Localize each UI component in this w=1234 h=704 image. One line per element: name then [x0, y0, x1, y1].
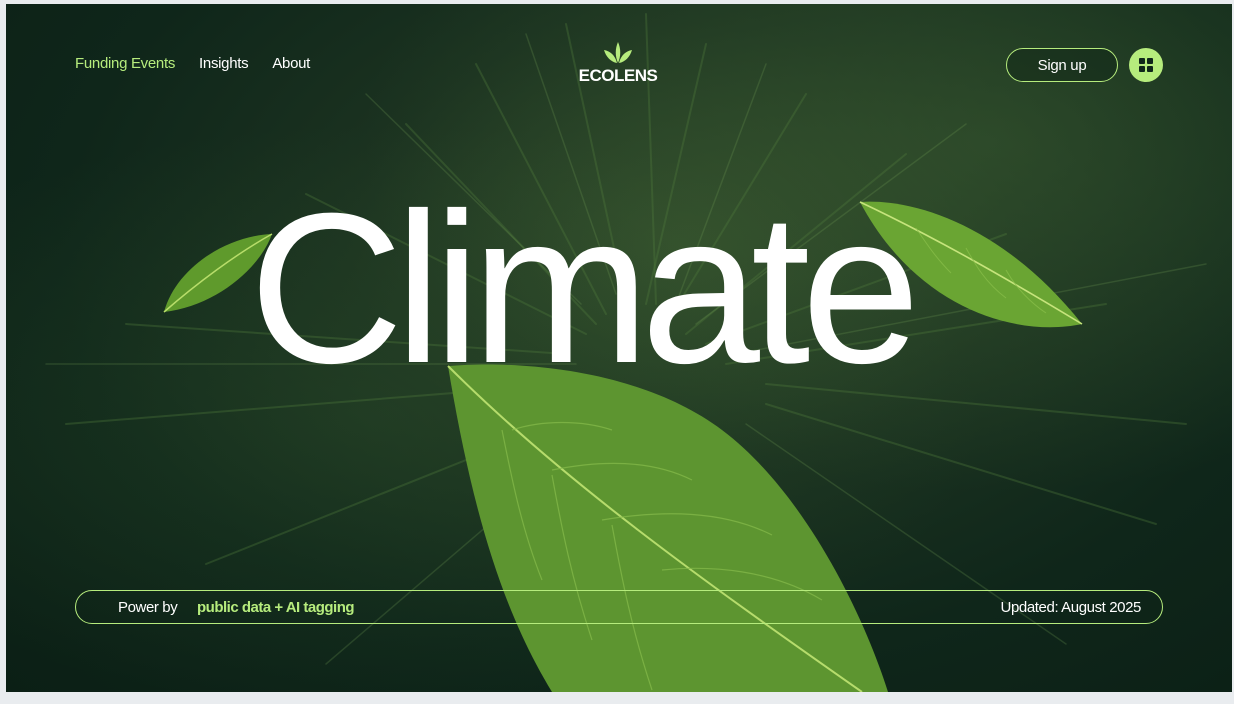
nav-link-funding-events[interactable]: Funding Events [75, 55, 175, 72]
grid-icon [1139, 58, 1153, 72]
signup-button[interactable]: Sign up [1006, 48, 1118, 82]
info-bar: Power by public data + AI tagging Update… [75, 590, 1163, 624]
brand-logo[interactable]: ECOLENS [570, 40, 666, 86]
menu-button[interactable] [1129, 48, 1163, 82]
sprout-icon [604, 42, 632, 63]
leaf-right-decoration [859, 201, 1083, 328]
leaf-large-decoration [447, 364, 888, 692]
power-label: Power by [118, 599, 178, 616]
data-source-label: public data + AI tagging [197, 599, 355, 616]
nav-link-about[interactable]: About [272, 55, 310, 72]
updated-date-label: Updated: August 2025 [1000, 599, 1142, 616]
nav-link-insights[interactable]: Insights [199, 55, 249, 72]
hero-section: Funding Events Insights About ECOLENS Si… [6, 4, 1232, 692]
brand-name: ECOLENS [578, 66, 658, 85]
main-nav: Funding Events Insights About [75, 55, 310, 72]
